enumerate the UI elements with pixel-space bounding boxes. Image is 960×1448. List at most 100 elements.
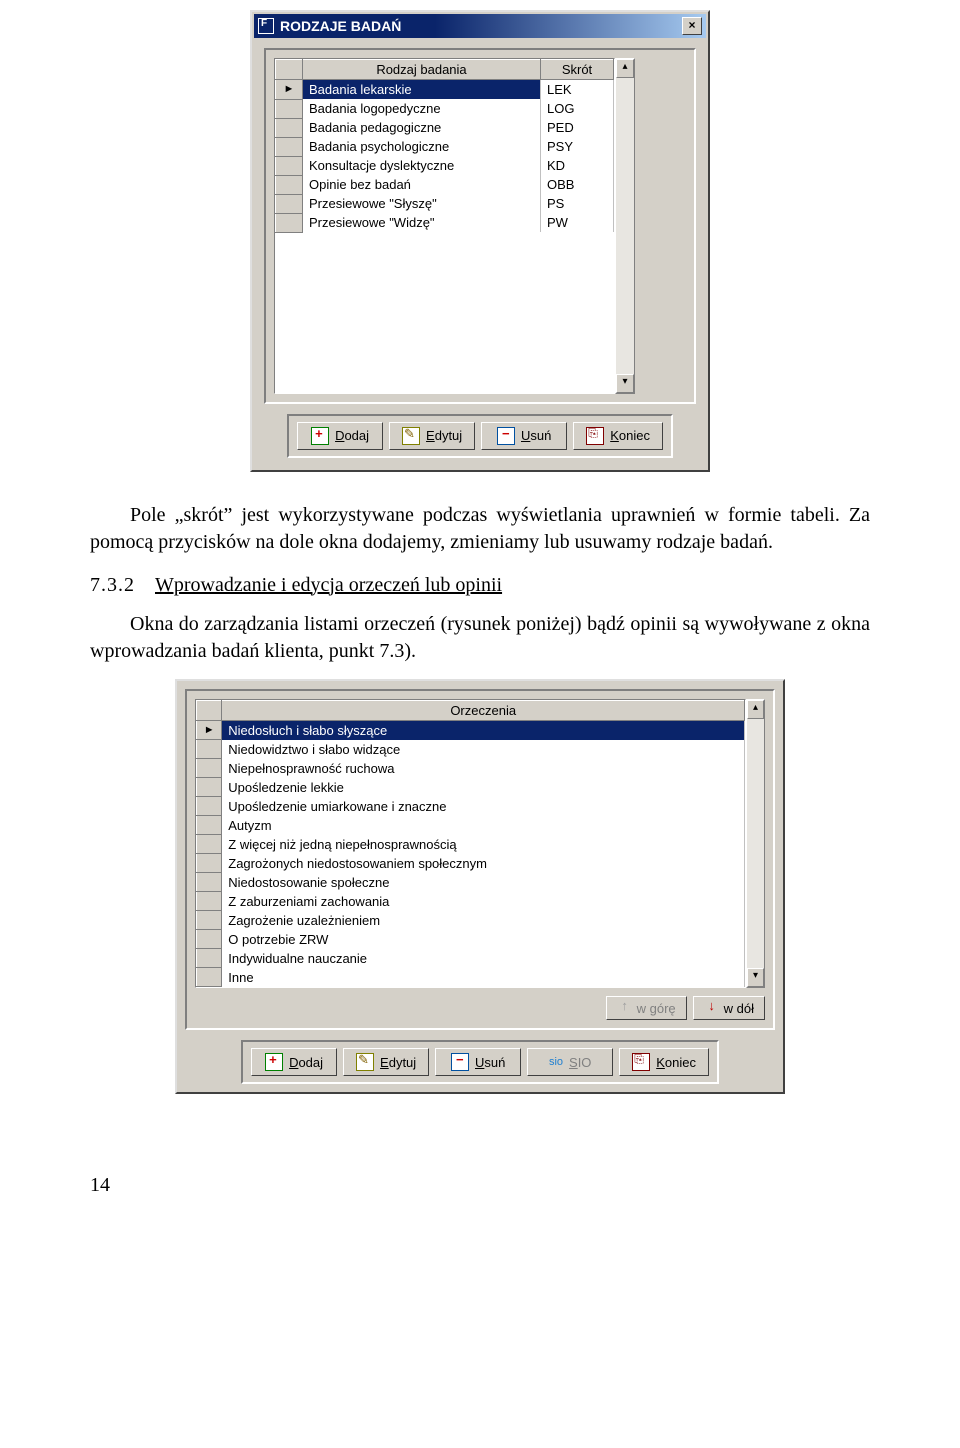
exit-icon xyxy=(632,1053,650,1071)
cell-orzeczenie[interactable]: Z więcej niż jedną niepełnosprawnością xyxy=(222,835,745,854)
exit-icon xyxy=(586,427,604,445)
paragraph: Okna do zarządzania listami orzeczeń (ry… xyxy=(90,611,870,665)
scrollbar-vertical[interactable]: ▴ ▾ xyxy=(615,58,635,394)
cell-skrot[interactable]: PED xyxy=(541,118,614,137)
row-marker xyxy=(197,835,222,854)
row-marker xyxy=(197,968,222,987)
add-button[interactable]: Dodaj xyxy=(251,1048,337,1076)
move-down-button[interactable]: w dół xyxy=(693,996,765,1020)
edit-button[interactable]: Edytuj xyxy=(343,1048,429,1076)
row-marker xyxy=(276,156,303,175)
delete-button[interactable]: Usuń xyxy=(481,422,567,450)
scrollbar-vertical[interactable]: ▴ ▾ xyxy=(746,699,765,989)
edit-icon xyxy=(402,427,420,445)
table-row[interactable]: Zagrożenie uzależnieniem xyxy=(197,911,745,930)
close-icon[interactable]: × xyxy=(682,17,702,35)
page-number: 14 xyxy=(90,1174,870,1197)
close-button[interactable]: Koniec xyxy=(573,422,663,450)
col-header-skrot[interactable]: Skrót xyxy=(541,60,614,80)
cell-orzeczenie[interactable]: Zagrożenie uzależnieniem xyxy=(222,911,745,930)
cell-skrot[interactable]: PS xyxy=(541,194,614,213)
table-row[interactable]: Badania pedagogicznePED xyxy=(276,118,614,137)
cell-orzeczenie[interactable]: Zagrożonych niedostosowaniem społecznym xyxy=(222,854,745,873)
table-row[interactable]: Przesiewowe "Widzę"PW xyxy=(276,213,614,232)
table-row[interactable]: Upośledzenie lekkie xyxy=(197,778,745,797)
table-row[interactable]: Z zaburzeniami zachowania xyxy=(197,892,745,911)
cell-orzeczenie[interactable]: Niepełnosprawność ruchowa xyxy=(222,759,745,778)
scroll-down-icon[interactable]: ▾ xyxy=(747,968,764,987)
table-row[interactable]: Autyzm xyxy=(197,816,745,835)
cell-orzeczenie[interactable]: Upośledzenie umiarkowane i znaczne xyxy=(222,797,745,816)
table-row[interactable]: Przesiewowe "Słyszę"PS xyxy=(276,194,614,213)
table-row[interactable]: O potrzebie ZRW xyxy=(197,930,745,949)
cell-orzeczenie[interactable]: Upośledzenie lekkie xyxy=(222,778,745,797)
row-marker xyxy=(276,99,303,118)
cell-orzeczenie[interactable]: Niedowidztwo i słabo widzące xyxy=(222,740,745,759)
edit-button[interactable]: Edytuj xyxy=(389,422,475,450)
cell-rodzaj[interactable]: Badania logopedyczne xyxy=(303,99,541,118)
scroll-up-icon[interactable]: ▴ xyxy=(616,59,634,78)
table-row[interactable]: Inne xyxy=(197,968,745,987)
arrow-up-icon xyxy=(617,1000,633,1016)
cell-orzeczenie[interactable]: Indywidualne nauczanie xyxy=(222,949,745,968)
table-row[interactable]: Badania psychologicznePSY xyxy=(276,137,614,156)
table-row[interactable]: Niepełnosprawność ruchowa xyxy=(197,759,745,778)
table-row[interactable]: ►Niedosłuch i słabo słyszące xyxy=(197,720,745,740)
cell-rodzaj[interactable]: Przesiewowe "Widzę" xyxy=(303,213,541,232)
window-title: RODZAJE BADAŃ xyxy=(280,18,682,34)
scroll-up-icon[interactable]: ▴ xyxy=(747,700,764,719)
table-row[interactable]: Z więcej niż jedną niepełnosprawnością xyxy=(197,835,745,854)
row-marker xyxy=(276,137,303,156)
col-header-orzeczenia[interactable]: Orzeczenia xyxy=(222,700,745,720)
table-row[interactable]: Badania logopedyczneLOG xyxy=(276,99,614,118)
grid-rodzaje[interactable]: Rodzaj badania Skrót ►Badania lekarskieL… xyxy=(275,59,614,233)
cell-orzeczenie[interactable]: Z zaburzeniami zachowania xyxy=(222,892,745,911)
delete-icon xyxy=(451,1053,469,1071)
cell-orzeczenie[interactable]: Niedosłuch i słabo słyszące xyxy=(222,720,745,740)
row-marker: ► xyxy=(276,80,303,100)
cell-orzeczenie[interactable]: Autyzm xyxy=(222,816,745,835)
grid-orzeczenia[interactable]: Orzeczenia ►Niedosłuch i słabo słysząceN… xyxy=(196,700,745,988)
cell-rodzaj[interactable]: Opinie bez badań xyxy=(303,175,541,194)
table-row[interactable]: Opinie bez badańOBB xyxy=(276,175,614,194)
cell-skrot[interactable]: KD xyxy=(541,156,614,175)
close-button[interactable]: Koniec xyxy=(619,1048,709,1076)
edit-icon xyxy=(356,1053,374,1071)
cell-rodzaj[interactable]: Konsultacje dyslektyczne xyxy=(303,156,541,175)
window-orzeczenia: Orzeczenia ►Niedosłuch i słabo słysząceN… xyxy=(175,679,785,1095)
row-marker xyxy=(197,873,222,892)
cell-rodzaj[interactable]: Badania lekarskie xyxy=(303,80,541,100)
row-marker xyxy=(197,778,222,797)
table-row[interactable]: Niedowidztwo i słabo widzące xyxy=(197,740,745,759)
move-up-button[interactable]: w górę xyxy=(606,996,687,1020)
cell-rodzaj[interactable]: Badania pedagogiczne xyxy=(303,118,541,137)
cell-orzeczenie[interactable]: Niedostosowanie społeczne xyxy=(222,873,745,892)
cell-orzeczenie[interactable]: Inne xyxy=(222,968,745,987)
sio-button[interactable]: sioSIO xyxy=(527,1048,613,1076)
table-row[interactable]: Niedostosowanie społeczne xyxy=(197,873,745,892)
cell-orzeczenie[interactable]: O potrzebie ZRW xyxy=(222,930,745,949)
cell-skrot[interactable]: LOG xyxy=(541,99,614,118)
table-row[interactable]: Indywidualne nauczanie xyxy=(197,949,745,968)
row-marker xyxy=(197,759,222,778)
cell-skrot[interactable]: OBB xyxy=(541,175,614,194)
table-row[interactable]: Konsultacje dyslektyczneKD xyxy=(276,156,614,175)
table-row[interactable]: Zagrożonych niedostosowaniem społecznym xyxy=(197,854,745,873)
delete-button[interactable]: Usuń xyxy=(435,1048,521,1076)
row-marker xyxy=(197,854,222,873)
cell-skrot[interactable]: PW xyxy=(541,213,614,232)
add-button[interactable]: Dodaj xyxy=(297,422,383,450)
scroll-down-icon[interactable]: ▾ xyxy=(616,374,634,393)
titlebar[interactable]: RODZAJE BADAŃ × xyxy=(254,14,706,38)
cell-rodzaj[interactable]: Badania psychologiczne xyxy=(303,137,541,156)
row-marker xyxy=(197,892,222,911)
arrow-down-icon xyxy=(704,1000,720,1016)
cell-skrot[interactable]: LEK xyxy=(541,80,614,100)
table-row[interactable]: ►Badania lekarskieLEK xyxy=(276,80,614,100)
table-row[interactable]: Upośledzenie umiarkowane i znaczne xyxy=(197,797,745,816)
add-icon xyxy=(265,1053,283,1071)
paragraph: Pole „skrót” jest wykorzystywane podczas… xyxy=(90,502,870,556)
cell-rodzaj[interactable]: Przesiewowe "Słyszę" xyxy=(303,194,541,213)
cell-skrot[interactable]: PSY xyxy=(541,137,614,156)
col-header-rodzaj[interactable]: Rodzaj badania xyxy=(303,60,541,80)
